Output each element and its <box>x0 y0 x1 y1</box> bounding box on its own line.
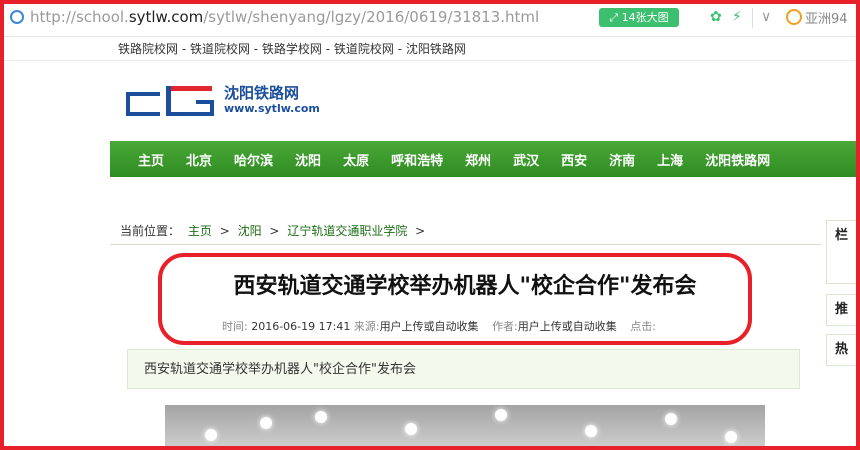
sidebar-panel: 栏 <box>826 220 860 284</box>
images-button[interactable]: ⤢ 14张大图 <box>599 8 679 27</box>
nav-item[interactable]: 哈尔滨 <box>234 150 273 169</box>
breadcrumb-label: 当前位置： <box>120 224 181 238</box>
breadcrumb: 当前位置： 主页 > 沈阳 > 辽宁轨道交通职业学院 > <box>110 218 822 245</box>
nav-item[interactable]: 上海 <box>657 150 683 169</box>
article-summary: 西安轨道交通学校举办机器人"校企合作"发布会 <box>127 349 800 389</box>
nav-item[interactable]: 太原 <box>343 150 369 169</box>
sidebar-panel: 热 <box>826 334 860 366</box>
search-box[interactable]: 亚洲94 <box>786 8 848 27</box>
main-nav: 主页 北京 哈尔滨 沈阳 太原 呼和浩特 郑州 武汉 西安 济南 上海 沈阳铁路… <box>110 141 860 177</box>
breadcrumb-separator: > <box>415 224 426 238</box>
browser-globe-icon <box>10 10 24 24</box>
refresh-icon[interactable]: ✿ <box>710 9 722 25</box>
divider <box>0 60 860 61</box>
url-text[interactable]: http://school.sytlw.com/sytlw/shenyang/l… <box>30 8 539 26</box>
sidebar-panel: 推 <box>826 294 860 326</box>
breadcrumb-item[interactable]: 沈阳 <box>238 224 262 238</box>
search-engine-icon <box>786 9 802 25</box>
nav-item[interactable]: 西安 <box>561 150 587 169</box>
article-photo <box>165 405 765 450</box>
address-bar[interactable]: http://school.sytlw.com/sytlw/shenyang/l… <box>0 0 860 37</box>
nav-item[interactable]: 沈阳 <box>295 150 321 169</box>
article-meta: 时间: 2016-06-19 17:41 来源:用户上传或自动收集 作者:用户上… <box>222 320 656 333</box>
article-author: 用户上传或自动收集 <box>517 320 617 333</box>
nav-item[interactable]: 呼和浩特 <box>391 150 443 169</box>
nav-item[interactable]: 济南 <box>609 150 635 169</box>
breadcrumb-item[interactable]: 辽宁轨道交通职业学院 <box>287 224 407 238</box>
top-links[interactable]: 铁路院校网 - 铁道院校网 - 铁路学校网 - 铁道院校网 - 沈阳铁路网 <box>118 40 466 57</box>
lightning-icon[interactable]: ⚡ <box>732 9 742 25</box>
chevron-down-icon[interactable]: ∨ <box>761 9 771 25</box>
logo-site: www.sytlw.com <box>224 102 320 115</box>
breadcrumb-separator: > <box>219 224 230 238</box>
nav-item[interactable]: 北京 <box>186 150 212 169</box>
logo-name: 沈阳铁路网 <box>224 84 300 102</box>
nav-item[interactable]: 武汉 <box>513 150 539 169</box>
article-time: 2016-06-19 17:41 <box>251 320 351 333</box>
article-title: 西安轨道交通学校举办机器人"校企合作"发布会 <box>233 274 697 299</box>
nav-item[interactable]: 郑州 <box>465 150 491 169</box>
breadcrumb-separator: > <box>269 224 280 238</box>
nav-item[interactable]: 沈阳铁路网 <box>705 150 770 169</box>
article-source: 用户上传或自动收集 <box>379 320 479 333</box>
cg-logo-icon <box>126 86 214 116</box>
article-clicks: 点击: <box>630 320 656 333</box>
toolbar-divider <box>752 8 753 28</box>
breadcrumb-item[interactable]: 主页 <box>188 224 212 238</box>
nav-item[interactable]: 主页 <box>138 150 164 169</box>
